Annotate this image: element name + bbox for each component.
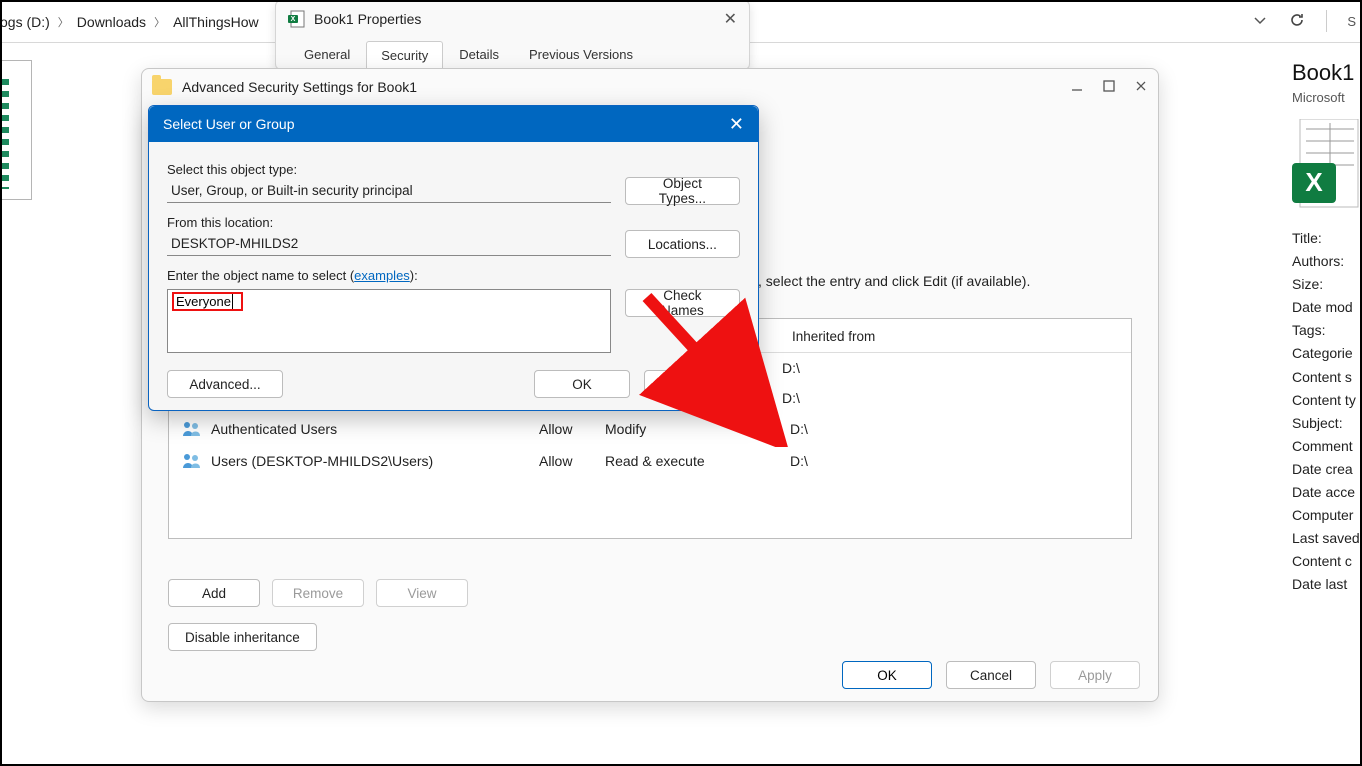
svg-text:X: X <box>1305 167 1323 197</box>
cell-type: Allow <box>539 421 605 437</box>
file-thumbnail[interactable] <box>0 60 32 200</box>
disable-inheritance-button[interactable]: Disable inheritance <box>168 623 317 651</box>
separator <box>1326 10 1327 32</box>
examples-link[interactable]: examples <box>354 268 410 283</box>
breadcrumb-part[interactable]: Downloads <box>77 14 146 30</box>
tab-general[interactable]: General <box>290 41 364 70</box>
permissions-hint: , select the entry and click Edit (if av… <box>758 273 1030 289</box>
dialog-title: Select User or Group <box>163 116 295 132</box>
cancel-button[interactable]: Cancel <box>644 370 740 398</box>
add-button[interactable]: Add <box>168 579 260 607</box>
properties-window: X Book1 Properties ✕ General Security De… <box>275 0 750 70</box>
cell-access: Modify <box>605 421 790 437</box>
permission-row[interactable]: Authenticated Users Allow Modify D:\ <box>169 413 1131 445</box>
meta-label: Size: <box>1292 273 1362 296</box>
svg-text:X: X <box>291 16 296 23</box>
check-names-button[interactable]: Check Names <box>625 289 740 317</box>
from-location-field[interactable] <box>167 232 611 256</box>
meta-label: Computer <box>1292 504 1362 527</box>
refresh-icon[interactable] <box>1288 11 1306 32</box>
ok-button[interactable]: OK <box>842 661 932 689</box>
breadcrumb-part[interactable]: ogs (D:) <box>0 14 50 30</box>
meta-label: Date acce <box>1292 481 1362 504</box>
apply-button[interactable]: Apply <box>1050 661 1140 689</box>
object-name-input[interactable]: Everyone <box>167 289 611 353</box>
details-title: Book1 <box>1292 60 1362 86</box>
close-icon[interactable]: ✕ <box>729 114 744 135</box>
minimize-icon[interactable] <box>1070 79 1084 96</box>
close-icon[interactable] <box>1134 79 1148 96</box>
details-metadata: Title: Authors: Size: Date mod Tags: Cat… <box>1292 227 1362 597</box>
meta-label: Content s <box>1292 366 1362 389</box>
cell-inherited: D:\ <box>790 453 1119 469</box>
meta-label: Date mod <box>1292 296 1362 319</box>
meta-label: Title: <box>1292 227 1362 250</box>
tab-details[interactable]: Details <box>445 41 513 70</box>
remove-button[interactable]: Remove <box>272 579 364 607</box>
label-enter-object-name: Enter the object name to select (example… <box>167 268 740 283</box>
meta-label: Content ty <box>1292 389 1362 412</box>
meta-label: Date last <box>1292 573 1362 596</box>
meta-label: Tags: <box>1292 319 1362 342</box>
cell-principal: Authenticated Users <box>211 421 539 437</box>
chevron-right-icon: 〉 <box>154 14 165 30</box>
users-group-icon <box>181 420 203 438</box>
folder-icon <box>152 79 172 95</box>
locations-button[interactable]: Locations... <box>625 230 740 258</box>
details-panel: Book1 Microsoft X Title: Authors: Size: … <box>1292 60 1362 597</box>
advanced-button[interactable]: Advanced... <box>167 370 283 398</box>
select-user-group-dialog: Select User or Group ✕ Select this objec… <box>148 105 759 411</box>
breadcrumb-part[interactable]: AllThingsHow <box>173 14 259 30</box>
meta-label: Last saved <box>1292 527 1362 550</box>
cell-inherited: D:\ <box>790 421 1119 437</box>
cell-inherited: D:\ <box>782 360 1119 376</box>
meta-label: Comment <box>1292 435 1362 458</box>
meta-label: Content c <box>1292 550 1362 573</box>
permission-row[interactable]: Users (DESKTOP-MHILDS2\Users) Allow Read… <box>169 445 1131 477</box>
excel-large-icon: X <box>1292 119 1362 209</box>
breadcrumb: ogs (D:) 〉 Downloads 〉 AllThingsHow <box>0 14 259 30</box>
excel-file-icon: X <box>288 10 306 28</box>
entered-object-name: Everyone <box>172 292 243 311</box>
object-type-field[interactable] <box>167 179 611 203</box>
cell-inherited: D:\ <box>782 390 1119 406</box>
cancel-button[interactable]: Cancel <box>946 661 1036 689</box>
cell-principal: Users (DESKTOP-MHILDS2\Users) <box>211 453 539 469</box>
search-icon-partial: S <box>1347 14 1356 29</box>
meta-label: Subject: <box>1292 412 1362 435</box>
object-types-button[interactable]: Object Types... <box>625 177 740 205</box>
label-object-type: Select this object type: <box>167 162 740 177</box>
properties-title: Book1 Properties <box>314 11 421 27</box>
cell-access: Read & execute <box>605 453 790 469</box>
meta-label: Authors: <box>1292 250 1362 273</box>
cell-type: Allow <box>539 453 605 469</box>
maximize-icon[interactable] <box>1102 79 1116 96</box>
ok-button[interactable]: OK <box>534 370 630 398</box>
details-subtitle: Microsoft <box>1292 90 1362 105</box>
close-icon[interactable]: ✕ <box>724 9 737 29</box>
users-group-icon <box>181 452 203 470</box>
advanced-security-title: Advanced Security Settings for Book1 <box>182 79 417 95</box>
meta-label: Date crea <box>1292 458 1362 481</box>
view-button[interactable]: View <box>376 579 468 607</box>
label-from-location: From this location: <box>167 215 740 230</box>
meta-label: Categorie <box>1292 342 1362 365</box>
chevron-down-icon[interactable] <box>1252 12 1268 31</box>
chevron-right-icon: 〉 <box>58 14 69 30</box>
tab-security[interactable]: Security <box>366 41 443 70</box>
column-inherited-from[interactable]: Inherited from <box>792 329 1119 344</box>
tab-previous-versions[interactable]: Previous Versions <box>515 41 647 70</box>
